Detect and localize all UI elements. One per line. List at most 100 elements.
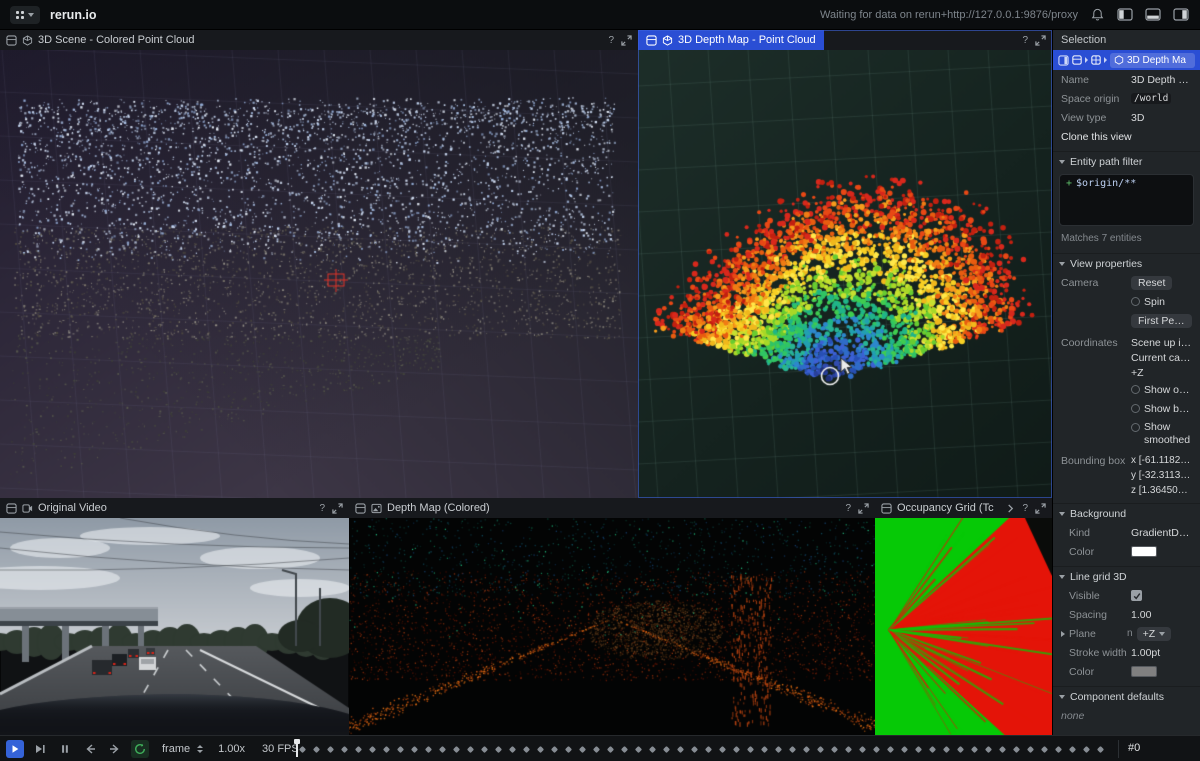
timeline-tick[interactable] bbox=[1083, 746, 1090, 753]
expand-icon[interactable] bbox=[1035, 503, 1046, 514]
timeline-tick[interactable] bbox=[691, 746, 698, 753]
original-video-viewport[interactable] bbox=[0, 518, 349, 735]
timeline-tick[interactable] bbox=[971, 746, 978, 753]
panel-titlebar[interactable]: 3D Depth Map - Point Cloud ? bbox=[638, 30, 1052, 50]
help-icon[interactable]: ? bbox=[317, 503, 327, 514]
timeline-tick[interactable] bbox=[1027, 746, 1034, 753]
grid-color-swatch[interactable] bbox=[1131, 666, 1157, 677]
spacing-value[interactable]: 1.00 bbox=[1131, 609, 1192, 621]
timeline-spinner[interactable] bbox=[197, 745, 203, 753]
toggle-left-panel-icon[interactable] bbox=[1116, 6, 1134, 24]
timeline-tick[interactable] bbox=[579, 746, 586, 753]
timeline-tick[interactable] bbox=[859, 746, 866, 753]
timeline-tick[interactable] bbox=[509, 746, 516, 753]
section-entity-path-filter[interactable]: Entity path filter bbox=[1053, 151, 1200, 171]
timeline-tick[interactable] bbox=[733, 746, 740, 753]
selected-view-tab[interactable]: 3D Depth Map - Point Cloud bbox=[638, 30, 824, 50]
timeline-tick[interactable] bbox=[299, 746, 306, 753]
timeline-tick[interactable] bbox=[943, 746, 950, 753]
panel-titlebar[interactable]: Original Video ? bbox=[0, 498, 349, 518]
timeline-tick[interactable] bbox=[873, 746, 880, 753]
spin-checkbox[interactable] bbox=[1131, 297, 1140, 306]
help-icon[interactable]: ? bbox=[1020, 35, 1030, 46]
app-menu-button[interactable] bbox=[10, 6, 40, 24]
timeline-tick[interactable] bbox=[747, 746, 754, 753]
toggle-bottom-panel-icon[interactable] bbox=[1144, 6, 1162, 24]
panel-titlebar[interactable]: 3D Scene - Colored Point Cloud ? bbox=[0, 30, 638, 50]
fps-indicator[interactable]: 30 FPS bbox=[262, 743, 299, 755]
timeline-tick[interactable] bbox=[775, 746, 782, 753]
timeline-tick[interactable] bbox=[761, 746, 768, 753]
section-background[interactable]: Background bbox=[1053, 503, 1200, 523]
timeline-tick[interactable] bbox=[355, 746, 362, 753]
root-container-icon[interactable] bbox=[1072, 55, 1082, 65]
panel-titlebar[interactable]: Occupancy Grid (Tc ? bbox=[875, 498, 1052, 518]
timeline-tick[interactable] bbox=[1069, 746, 1076, 753]
timeline-tick[interactable] bbox=[887, 746, 894, 753]
timeline-tick[interactable] bbox=[565, 746, 572, 753]
timeline-tick[interactable] bbox=[467, 746, 474, 753]
timeline-tick[interactable] bbox=[915, 746, 922, 753]
grid-container-icon[interactable] bbox=[1091, 55, 1101, 65]
timeline-tick[interactable] bbox=[803, 746, 810, 753]
timeline-tick[interactable] bbox=[1013, 746, 1020, 753]
timeline-tick[interactable] bbox=[481, 746, 488, 753]
loop-button[interactable] bbox=[131, 740, 149, 758]
timeline-tick[interactable] bbox=[649, 746, 656, 753]
clone-view-button[interactable]: Clone this view bbox=[1061, 131, 1132, 143]
step-back-button[interactable] bbox=[81, 740, 99, 758]
timeline-tick[interactable] bbox=[523, 746, 530, 753]
section-line-grid[interactable]: Line grid 3D bbox=[1053, 566, 1200, 586]
timeline-tick[interactable] bbox=[929, 746, 936, 753]
3d-depth-map-viewport[interactable] bbox=[638, 50, 1052, 498]
timeline-tick[interactable] bbox=[985, 746, 992, 753]
occupancy-grid-viewport[interactable] bbox=[875, 518, 1052, 735]
timeline-tick[interactable] bbox=[551, 746, 558, 753]
timeline-tick[interactable] bbox=[621, 746, 628, 753]
playhead-marker[interactable] bbox=[296, 740, 298, 757]
first-person-button[interactable]: First Person bbox=[1131, 314, 1192, 328]
timeline-tick[interactable] bbox=[957, 746, 964, 753]
timeline-tick[interactable] bbox=[719, 746, 726, 753]
chevron-right-icon[interactable] bbox=[1061, 631, 1065, 637]
stroke-width-value[interactable]: 1.00pt bbox=[1131, 647, 1192, 659]
pause-button[interactable] bbox=[56, 740, 74, 758]
timeline-tick[interactable] bbox=[411, 746, 418, 753]
step-forward-button[interactable] bbox=[106, 740, 124, 758]
timeline-tick[interactable] bbox=[705, 746, 712, 753]
playback-speed[interactable]: 1.00x bbox=[218, 743, 245, 755]
section-view-properties[interactable]: View properties bbox=[1053, 253, 1200, 273]
kind-value[interactable]: GradientDark bbox=[1131, 527, 1192, 539]
timeline-tick[interactable] bbox=[369, 746, 376, 753]
timeline-tick[interactable] bbox=[663, 746, 670, 753]
help-icon[interactable]: ? bbox=[843, 503, 853, 514]
timeline-tick[interactable] bbox=[677, 746, 684, 753]
timeline-bar[interactable]: frame 1.00x 30 FPS #0 bbox=[0, 735, 1200, 761]
show-origin-axes-checkbox[interactable] bbox=[1131, 385, 1140, 394]
timeline-selector[interactable]: frame bbox=[162, 743, 190, 755]
panel-titlebar[interactable]: Depth Map (Colored) ? bbox=[349, 498, 875, 518]
help-icon[interactable]: ? bbox=[1020, 503, 1030, 514]
timeline-tick[interactable] bbox=[901, 746, 908, 753]
timeline-tick[interactable] bbox=[537, 746, 544, 753]
timeline-tick[interactable] bbox=[495, 746, 502, 753]
timeline-tick[interactable] bbox=[341, 746, 348, 753]
entity-path-filter-editor[interactable]: +$origin/** bbox=[1059, 174, 1194, 226]
expand-icon[interactable] bbox=[858, 503, 869, 514]
camera-reset-button[interactable]: Reset bbox=[1131, 276, 1172, 290]
collapse-panel-icon[interactable] bbox=[1058, 55, 1069, 66]
space-origin-value[interactable]: /world bbox=[1131, 93, 1171, 104]
timeline-tick[interactable] bbox=[845, 746, 852, 753]
timeline-tick[interactable] bbox=[1097, 746, 1104, 753]
timeline-tick[interactable] bbox=[1055, 746, 1062, 753]
timeline-tick[interactable] bbox=[327, 746, 334, 753]
timeline-tick[interactable] bbox=[453, 746, 460, 753]
show-bounding-boxes-checkbox[interactable] bbox=[1131, 404, 1140, 413]
timeline-tick[interactable] bbox=[635, 746, 642, 753]
timeline-tick[interactable] bbox=[789, 746, 796, 753]
play-button[interactable] bbox=[6, 740, 24, 758]
plane-axis-dropdown[interactable]: +Z bbox=[1137, 627, 1172, 641]
timeline-tick[interactable] bbox=[999, 746, 1006, 753]
timeline-tick[interactable] bbox=[831, 746, 838, 753]
show-smoothed-box-checkbox[interactable] bbox=[1131, 423, 1140, 432]
